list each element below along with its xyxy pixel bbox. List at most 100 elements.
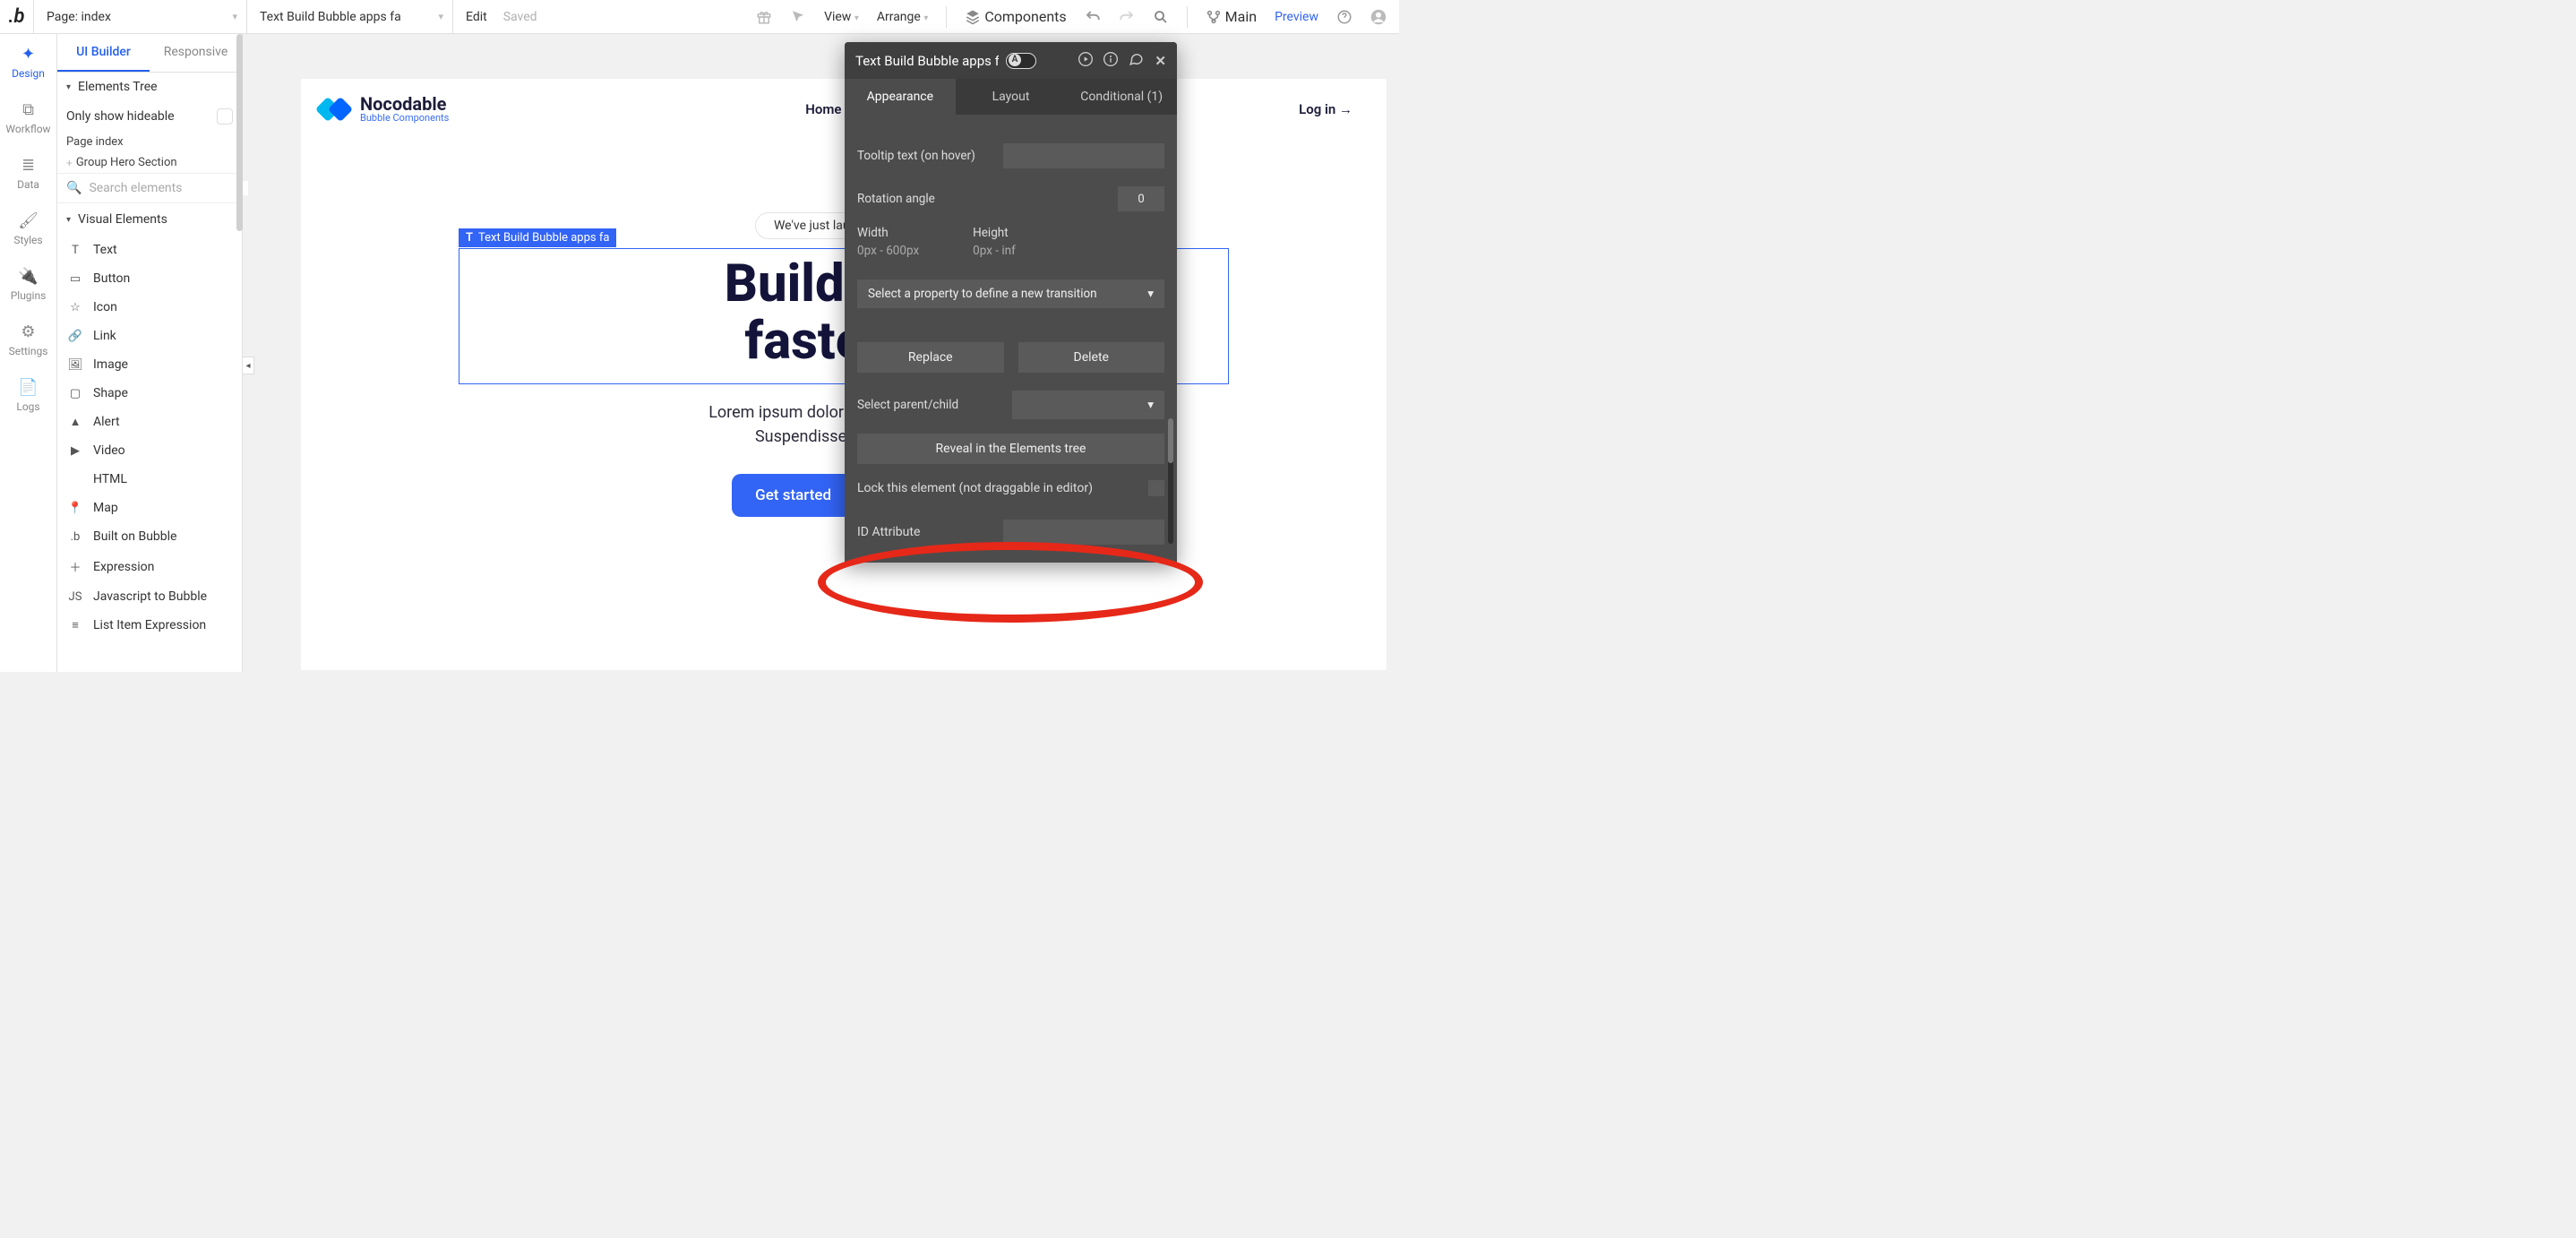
element-label: Map xyxy=(93,501,118,515)
collapse-left-panel[interactable]: ◂ xyxy=(243,357,254,374)
panel-scrollbar[interactable] xyxy=(1168,418,1173,463)
visual-elements-header[interactable]: ▾Visual Elements xyxy=(57,203,242,236)
element-list-item-expression[interactable]: ≡List Item Expression xyxy=(57,611,242,640)
element-icon[interactable]: ☆Icon xyxy=(57,293,242,322)
element-icon: T xyxy=(66,244,84,257)
edit-status: Edit Saved xyxy=(453,10,550,24)
hideable-checkbox[interactable] xyxy=(217,108,233,125)
hideable-label: Only show hideable xyxy=(66,109,175,124)
search-elements-row: 🔍 xyxy=(57,174,242,203)
nav-home[interactable]: Home xyxy=(805,101,841,117)
chevron-down-icon: ▾ xyxy=(438,11,443,22)
chevron-down-icon: ▾ xyxy=(66,215,71,225)
element-image[interactable]: 🖼Image xyxy=(57,350,242,379)
rail-styles[interactable]: 🖌Styles xyxy=(0,201,56,256)
get-started-button[interactable]: Get started xyxy=(732,474,854,517)
brand: Nocodable Bubble Components xyxy=(317,95,449,123)
login-link[interactable]: Log in → xyxy=(1299,101,1352,117)
account-icon[interactable] xyxy=(1370,9,1387,25)
element-name-input[interactable] xyxy=(855,53,999,69)
tab-appearance[interactable]: Appearance xyxy=(845,79,956,115)
edit-label[interactable]: Edit xyxy=(466,10,487,24)
replace-delete-row: Replace Delete xyxy=(845,333,1177,382)
element-icon: 📍 xyxy=(66,502,84,515)
rotation-input[interactable] xyxy=(1118,186,1164,211)
property-panel[interactable]: ✕ Appearance Layout Conditional (1) Tool… xyxy=(845,42,1177,563)
page-dropdown[interactable]: Page: index ▾ xyxy=(34,0,247,33)
undo-icon[interactable] xyxy=(1085,9,1101,25)
panel-tabs: Appearance Layout Conditional (1) xyxy=(845,79,1177,115)
tab-layout[interactable]: Layout xyxy=(956,79,1067,115)
logs-icon: 📄 xyxy=(18,378,38,397)
tree-group-hero[interactable]: +Group Hero Section xyxy=(57,152,242,174)
element-html[interactable]: HTML xyxy=(57,465,242,494)
components-button[interactable]: Components xyxy=(965,8,1066,25)
search-elements-input[interactable] xyxy=(89,181,248,195)
element-video[interactable]: ▶Video xyxy=(57,436,242,465)
left-panel-scrollbar[interactable] xyxy=(236,34,243,231)
tooltip-input[interactable] xyxy=(1003,143,1164,168)
element-icon: 🖼 xyxy=(66,358,84,372)
element-javascript-to-bubble[interactable]: JSJavascript to Bubble xyxy=(57,582,242,611)
play-icon[interactable] xyxy=(1078,52,1093,70)
arrange-menu[interactable]: Arrange ▾ xyxy=(877,10,929,24)
element-built-on-bubble[interactable]: .b Built on Bubble xyxy=(57,522,242,551)
brand-name: Nocodable xyxy=(360,95,449,113)
tree-page-index[interactable]: Page index xyxy=(57,132,242,152)
id-attribute-input[interactable] xyxy=(1003,520,1164,545)
info-icon[interactable] xyxy=(1103,52,1118,70)
rail-data[interactable]: ≣Data xyxy=(0,145,56,201)
top-right-controls: View ▾ Arrange ▾ Components Main Preview xyxy=(756,6,1399,28)
width-height-row: Width0px - 600px Height0px - inf xyxy=(845,220,1177,271)
expand-icon[interactable]: + xyxy=(66,157,73,169)
view-menu[interactable]: View ▾ xyxy=(824,10,859,24)
transition-select[interactable]: Select a property to define a new transi… xyxy=(857,279,1164,308)
rail-settings[interactable]: ⚙Settings xyxy=(0,312,56,367)
preview-link[interactable]: Preview xyxy=(1275,10,1318,24)
help-icon[interactable] xyxy=(1336,9,1352,25)
chevron-down-icon: ▾ xyxy=(66,82,71,92)
tab-conditional[interactable]: Conditional (1) xyxy=(1066,79,1177,115)
tab-responsive[interactable]: Responsive xyxy=(150,34,242,72)
rail-logs[interactable]: 📄Logs xyxy=(0,367,56,423)
gift-icon[interactable] xyxy=(756,9,772,25)
settings-icon: ⚙ xyxy=(21,322,35,341)
comment-icon[interactable] xyxy=(1129,51,1144,70)
tooltip-label: Tooltip text (on hover) xyxy=(857,149,975,163)
cursor-icon[interactable] xyxy=(790,9,806,25)
element-button[interactable]: ▭Button xyxy=(57,264,242,293)
close-icon[interactable]: ✕ xyxy=(1155,53,1166,69)
element-label: Shape xyxy=(93,386,128,400)
replace-button[interactable]: Replace xyxy=(857,342,1004,373)
editor-canvas[interactable]: Nocodable Bubble Components Home Dashboa… xyxy=(254,34,1399,672)
element-label: Built on Bubble xyxy=(93,529,176,544)
element-shape[interactable]: ▢Shape xyxy=(57,379,242,408)
element-map[interactable]: 📍 Map xyxy=(57,494,242,522)
delete-button[interactable]: Delete xyxy=(1018,342,1165,373)
element-text[interactable]: TText xyxy=(57,236,242,264)
rotation-label: Rotation angle xyxy=(857,192,935,206)
rail-workflow[interactable]: ⧉Workflow xyxy=(0,90,56,145)
chevron-down-icon: ▾ xyxy=(923,13,928,23)
ab-toggle[interactable] xyxy=(1006,53,1036,69)
chevron-down-icon: ▾ xyxy=(1147,398,1154,412)
bubble-logo[interactable]: .b xyxy=(0,0,34,34)
search-icon[interactable] xyxy=(1153,9,1169,25)
panel-titlebar[interactable]: ✕ xyxy=(845,42,1177,79)
tab-ui-builder[interactable]: UI Builder xyxy=(57,34,150,72)
redo-icon[interactable] xyxy=(1119,9,1135,25)
lock-checkbox[interactable] xyxy=(1148,480,1164,496)
rail-plugins[interactable]: 🔌Plugins xyxy=(0,256,56,312)
elements-tree-header[interactable]: ▾Elements Tree xyxy=(57,73,242,101)
element-link[interactable]: 🔗Link xyxy=(57,322,242,350)
element-icon: .b xyxy=(66,530,84,544)
element-dropdown[interactable]: Text Build Bubble apps fa ▾ xyxy=(247,0,453,33)
parent-child-select[interactable]: ▾ xyxy=(1012,391,1164,419)
reveal-in-tree-button[interactable]: Reveal in the Elements tree xyxy=(857,434,1164,464)
branch-button[interactable]: Main xyxy=(1206,8,1257,25)
element-dropdown-label: Text Build Bubble apps fa xyxy=(260,10,401,24)
element-alert[interactable]: ▲Alert xyxy=(57,408,242,436)
preview-header: Nocodable Bubble Components Home Dashboa… xyxy=(301,79,1387,123)
rail-design[interactable]: ✦Design xyxy=(0,34,56,90)
element-expression[interactable]: ＋Expression xyxy=(57,551,242,582)
